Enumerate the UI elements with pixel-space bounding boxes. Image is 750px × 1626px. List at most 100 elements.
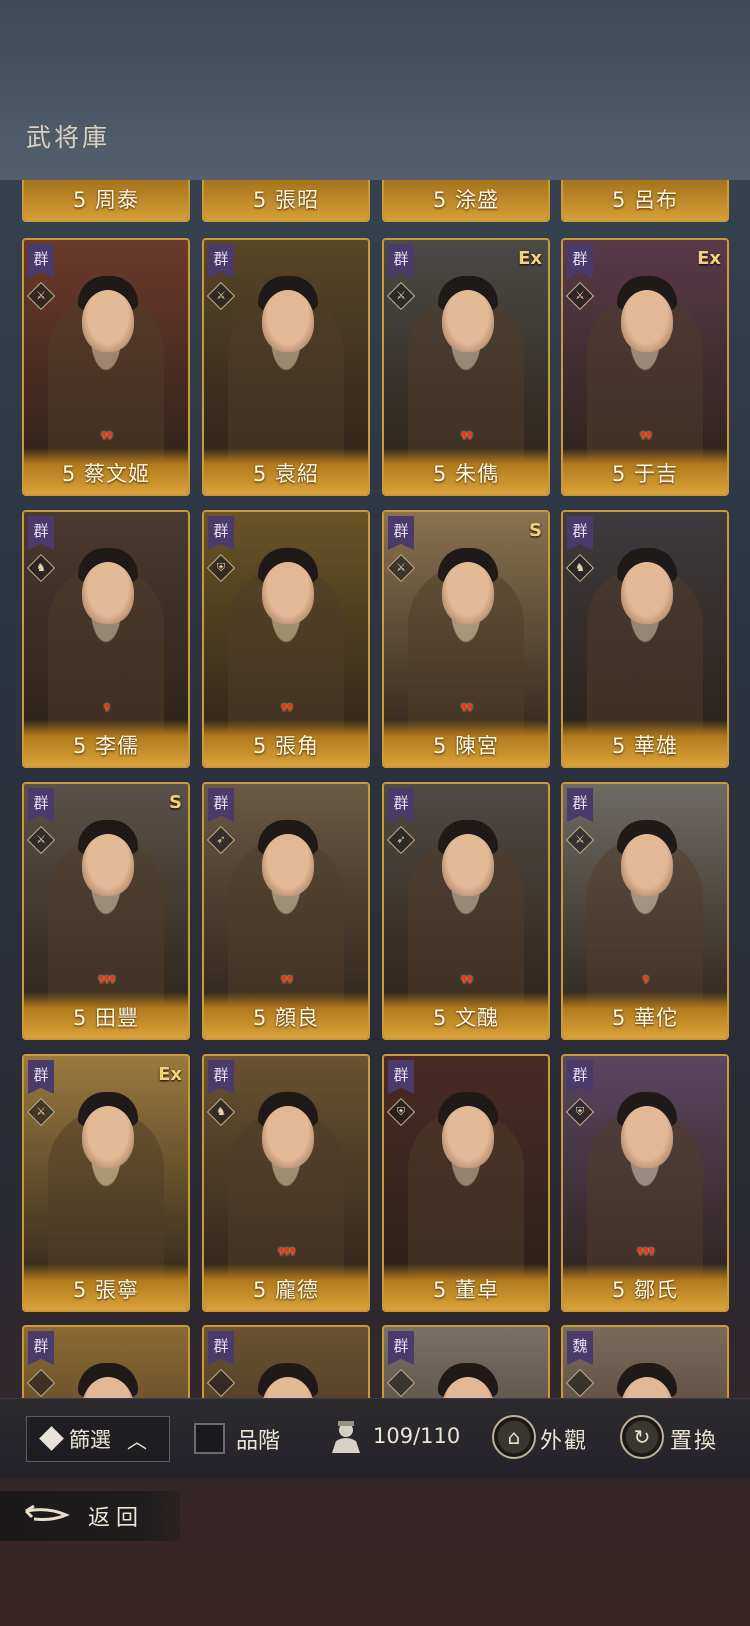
back-button[interactable]: 返回	[0, 1491, 180, 1541]
general-card[interactable]: 群 ⚔ Ex ❜❜ 5 朱儁	[382, 238, 550, 496]
rank-badge: Ex	[518, 248, 542, 269]
bottom-toolbar: 篩選 ︿ 品階 109/110 ⌂ 外觀 ↻ 置換	[0, 1398, 750, 1478]
grade-checkbox[interactable]	[194, 1423, 225, 1454]
general-card[interactable]: 群 ⛨ 5 董卓	[382, 1054, 550, 1312]
portrait-head	[82, 1106, 134, 1168]
troop-class-glyph: ♞	[216, 1105, 226, 1118]
card-name: 5 顔良	[204, 1002, 368, 1032]
card-level: 5	[432, 462, 448, 486]
card-name: 5 朱儁	[384, 458, 548, 488]
general-card[interactable]: 群 ⚔ Ex ❜❜ 5 于吉	[561, 238, 729, 496]
card-general-name: 張角	[275, 734, 320, 758]
card-general-name: 鄒氏	[634, 1278, 679, 1302]
card-level: 5	[611, 1006, 627, 1030]
general-card[interactable]: 群	[382, 1325, 550, 1398]
rank-badge: S	[169, 792, 182, 813]
portrait-head	[621, 562, 673, 624]
portrait-head	[621, 1106, 673, 1168]
awaken-marks: ❜❜❜	[277, 1245, 297, 1270]
portrait-head	[442, 834, 494, 896]
card-level: 5	[252, 188, 268, 212]
rank-badge: S	[529, 520, 542, 541]
swap-icon: ↻	[633, 1425, 651, 1449]
swap-button[interactable]: ↻	[620, 1415, 664, 1459]
general-card[interactable]: 群 ➶ ❜❜ 5 顔良	[202, 782, 370, 1040]
card-name: 5 龐德	[204, 1274, 368, 1304]
awaken-marks: ❜	[642, 973, 650, 998]
troop-class-glyph: ⚔	[575, 289, 585, 302]
portrait-head	[442, 562, 494, 624]
card-general-name: 周泰	[95, 188, 140, 212]
general-card[interactable]: 群	[202, 1325, 370, 1398]
portrait-head	[262, 562, 314, 624]
card-name: 5 華佗	[563, 1002, 727, 1032]
troop-class-glyph: ⚔	[575, 833, 585, 846]
appearance-button[interactable]: ⌂	[492, 1415, 536, 1459]
card-level: 5	[252, 734, 268, 758]
card-name: 5 袁紹	[204, 458, 368, 488]
swap-label: 置換	[670, 1429, 719, 1454]
card-general-name: 華佗	[634, 1006, 679, 1030]
general-card[interactable]: 群 ⚔ 5 袁紹	[202, 238, 370, 496]
card-name: 5 張昭	[204, 184, 368, 214]
card-level: 5	[72, 188, 88, 212]
general-card[interactable]: 群 ⚔ ❜ 5 華佗	[561, 782, 729, 1040]
general-card[interactable]: 群 ➶ ❜❜ 5 文醜	[382, 782, 550, 1040]
card-name: 5 涂盛	[384, 184, 548, 214]
grade-label: 品階	[236, 1429, 281, 1454]
general-card[interactable]: 群 ♞ ❜ 5 李儒	[22, 510, 190, 768]
card-name: 5 張寧	[24, 1274, 188, 1304]
card-general-name: 龐德	[275, 1278, 320, 1302]
troop-class-glyph: ⚔	[396, 289, 406, 302]
appearance-label: 外觀	[540, 1429, 589, 1454]
card-general-name: 陳宮	[455, 734, 500, 758]
card-general-name: 張寧	[95, 1278, 140, 1302]
general-card[interactable]: 魏	[561, 1325, 729, 1398]
card-level: 5	[72, 1006, 88, 1030]
general-card[interactable]: 群 ⛨ ❜❜ 5 張角	[202, 510, 370, 768]
general-card[interactable]: 5 呂布	[561, 180, 729, 222]
troop-class-glyph: ➶	[216, 833, 226, 846]
general-card[interactable]: 群 ⚔ S ❜❜❜ 5 田豐	[22, 782, 190, 1040]
general-card[interactable]: 群 ⚔ ❜❜ 5 蔡文姬	[22, 238, 190, 496]
portrait-head	[442, 1106, 494, 1168]
general-card[interactable]: 群 ⚔ Ex 5 張寧	[22, 1054, 190, 1312]
card-level: 5	[252, 462, 268, 486]
awaken-marks: ❜❜	[100, 429, 113, 454]
card-level: 5	[611, 1278, 627, 1302]
awaken-marks: ❜❜❜	[636, 1245, 656, 1270]
back-label: 返回	[88, 1506, 145, 1531]
general-card[interactable]: 群 ⚔ S ❜❜ 5 陳宮	[382, 510, 550, 768]
general-card[interactable]: 群 ♞ ❜❜❜ 5 龐德	[202, 1054, 370, 1312]
card-general-name: 華雄	[634, 734, 679, 758]
troop-class-glyph: ⚔	[36, 1105, 46, 1118]
general-card[interactable]: 群 ⛨ ❜❜❜ 5 鄒氏	[561, 1054, 729, 1312]
header-area: 武将庫	[0, 0, 750, 180]
card-name: 5 李儒	[24, 730, 188, 760]
filter-button[interactable]: 篩選 ︿	[26, 1416, 170, 1462]
card-name: 5 田豐	[24, 1002, 188, 1032]
card-name: 5 周泰	[24, 184, 188, 214]
general-count-icon	[332, 1421, 360, 1453]
card-level: 5	[72, 734, 88, 758]
general-count: 109/110	[373, 1424, 461, 1448]
general-card[interactable]: 5 張昭	[202, 180, 370, 222]
general-card[interactable]: 5 涂盛	[382, 180, 550, 222]
general-grid[interactable]: 5 周泰 5 張昭 5 涂盛 5 呂布群 ⚔ ❜❜ 5 蔡文姬群 ⚔ 5 袁紹群 ⚔ Ex ❜❜ 5 朱…	[0, 180, 750, 1398]
general-card[interactable]: 群 ♞ 5 華雄	[561, 510, 729, 768]
troop-class-glyph: ♞	[575, 561, 585, 574]
card-level: 5	[432, 734, 448, 758]
troop-class-glyph: ➶	[396, 833, 406, 846]
card-level: 5	[432, 188, 448, 212]
card-general-name: 朱儁	[455, 462, 500, 486]
card-general-name: 張昭	[275, 188, 320, 212]
card-level: 5	[432, 1006, 448, 1030]
general-card[interactable]: 5 周泰	[22, 180, 190, 222]
awaken-marks: ❜❜❜	[97, 973, 117, 998]
awaken-marks: ❜❜	[280, 973, 293, 998]
troop-class-glyph: ⚔	[396, 561, 406, 574]
chevron-up-icon: ︿	[127, 1428, 147, 1453]
card-level: 5	[252, 1278, 268, 1302]
card-name: 5 蔡文姬	[24, 458, 188, 488]
general-card[interactable]: 群	[22, 1325, 190, 1398]
